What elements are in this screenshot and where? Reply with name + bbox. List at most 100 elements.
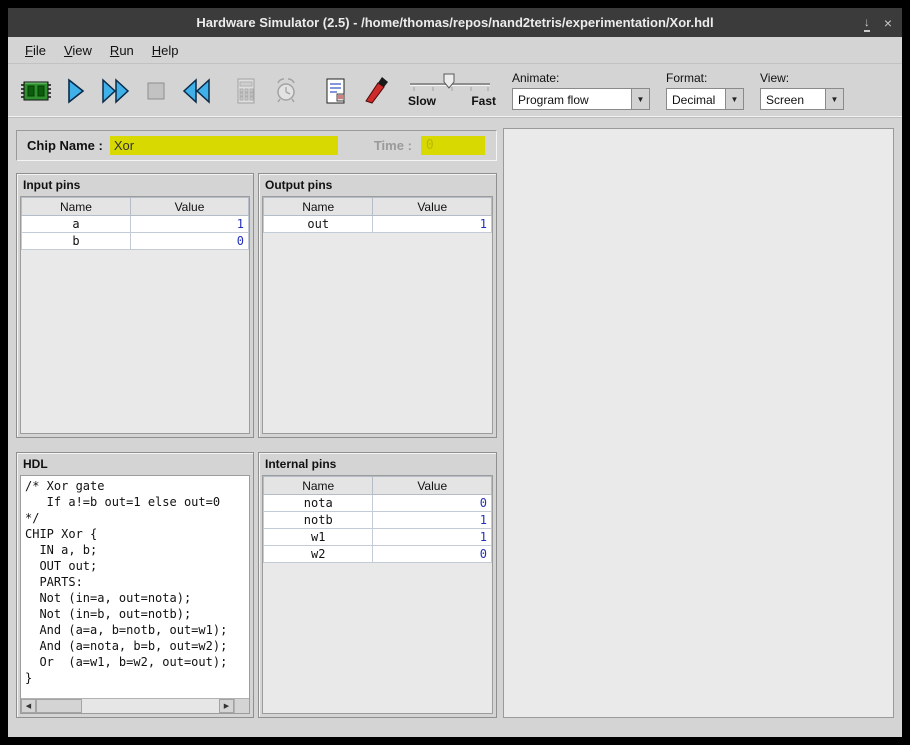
menu-file[interactable]: File	[16, 39, 55, 62]
brush-icon	[359, 74, 393, 108]
menu-help[interactable]: Help	[143, 39, 188, 62]
output-pins-table: Name Value out 1	[263, 197, 492, 233]
chip-icon	[19, 74, 53, 108]
animate-group: Animate: Program flow ▼	[512, 71, 650, 110]
view-selected-value: Screen	[761, 89, 825, 109]
pin-name-cell: notb	[264, 512, 373, 529]
pin-row: notb 1	[264, 512, 492, 529]
clear-button[interactable]	[356, 68, 396, 114]
clock-icon	[269, 74, 303, 108]
internal-pins-table-area: Name Value nota 0 notb 1	[262, 475, 493, 714]
format-select[interactable]: Decimal ▼	[666, 88, 744, 110]
scroll-right-icon: ▶	[224, 702, 229, 710]
window-title: Hardware Simulator (2.5) - /home/thomas/…	[196, 15, 713, 30]
toolbar: Slow Fast Animate: Program flow ▼ Format…	[8, 64, 902, 118]
input-pins-panel: Input pins Name Value a	[16, 173, 254, 438]
chevron-down-icon[interactable]: ▼	[825, 89, 843, 109]
run-button[interactable]	[96, 68, 136, 114]
pin-value-cell: 1	[373, 512, 492, 529]
script-icon	[319, 74, 353, 108]
scrollbar-corner	[234, 699, 249, 713]
format-selected-value: Decimal	[667, 89, 725, 109]
pin-row: out 1	[264, 216, 492, 233]
close-button[interactable]: ×	[884, 16, 892, 30]
reset-button[interactable]	[176, 68, 216, 114]
load-chip-button[interactable]	[16, 68, 56, 114]
time-label: Time :	[374, 138, 412, 153]
value-column-header: Value	[373, 477, 492, 495]
chip-name-label: Chip Name :	[27, 138, 103, 153]
output-pins-table-area: Name Value out 1	[262, 196, 493, 434]
menu-run[interactable]: Run	[101, 39, 143, 62]
load-script-button[interactable]	[316, 68, 356, 114]
calculator-icon	[229, 74, 263, 108]
format-label: Format:	[666, 71, 744, 85]
menubar: File View Run Help	[8, 37, 902, 64]
view-select[interactable]: Screen ▼	[760, 88, 844, 110]
chevron-down-icon[interactable]: ▼	[631, 89, 649, 109]
single-step-button[interactable]	[56, 68, 96, 114]
hdl-title: HDL	[17, 453, 253, 474]
scroll-left-icon: ◀	[26, 702, 31, 710]
scrollbar-thumb[interactable]	[36, 699, 82, 713]
name-column-header: Name	[264, 198, 373, 216]
calculator-button	[226, 68, 266, 114]
pin-value-cell: 1	[373, 216, 492, 233]
main-area: Chip Name : Xor Time : 0 Input pins Name…	[8, 118, 902, 737]
speed-slider-track[interactable]	[408, 73, 494, 93]
input-pins-table-area: Name Value a 1 b 0	[20, 196, 250, 434]
view-group: View: Screen ▼	[760, 71, 844, 110]
hdl-horizontal-scrollbar[interactable]: ◀ ▶	[21, 698, 249, 713]
input-pins-title: Input pins	[17, 174, 253, 195]
pin-value-cell[interactable]: 0	[130, 233, 248, 250]
single-step-icon	[59, 74, 93, 108]
titlebar: Hardware Simulator (2.5) - /home/thomas/…	[8, 8, 902, 37]
internal-pins-table: Name Value nota 0 notb 1	[263, 476, 492, 563]
output-pins-title: Output pins	[259, 174, 496, 195]
input-pins-table: Name Value a 1 b 0	[21, 197, 249, 250]
animate-select[interactable]: Program flow ▼	[512, 88, 650, 110]
hardware-simulator-window: Hardware Simulator (2.5) - /home/thomas/…	[0, 0, 910, 745]
hdl-code: /* Xor gate If a!=b out=1 else out=0 */ …	[21, 476, 249, 698]
chip-name-field[interactable]: Xor	[110, 136, 338, 155]
internal-pins-panel: Internal pins Name Value nota	[258, 452, 497, 718]
stop-icon	[139, 74, 173, 108]
hdl-panel: HDL /* Xor gate If a!=b out=1 else out=0…	[16, 452, 254, 718]
window-inner: Hardware Simulator (2.5) - /home/thomas/…	[8, 8, 902, 737]
pin-value-cell: 0	[373, 495, 492, 512]
pin-value-cell[interactable]: 1	[130, 216, 248, 233]
pin-name-cell: w2	[264, 546, 373, 563]
pin-row: w1 1	[264, 529, 492, 546]
pin-row: nota 0	[264, 495, 492, 512]
time-field: 0	[421, 136, 485, 155]
chevron-down-icon[interactable]: ▼	[725, 89, 743, 109]
menu-view[interactable]: View	[55, 39, 101, 62]
pin-row: b 0	[22, 233, 249, 250]
name-column-header: Name	[264, 477, 373, 495]
value-column-header: Value	[373, 198, 492, 216]
minimize-button[interactable]: ↓	[864, 14, 870, 32]
pin-row: a 1	[22, 216, 249, 233]
pin-name-cell: w1	[264, 529, 373, 546]
pin-row: w2 0	[264, 546, 492, 563]
pin-name-cell: out	[264, 216, 373, 233]
animate-label: Animate:	[512, 71, 650, 85]
speed-slider[interactable]: Slow Fast	[408, 73, 496, 108]
rewind-icon	[179, 74, 213, 108]
scroll-left-button[interactable]: ◀	[21, 699, 36, 713]
screen-view-panel	[503, 128, 894, 718]
pin-value-cell: 0	[373, 546, 492, 563]
slow-label: Slow	[408, 94, 436, 108]
value-column-header: Value	[130, 198, 248, 216]
internal-pins-title: Internal pins	[259, 453, 496, 474]
hdl-view: /* Xor gate If a!=b out=1 else out=0 */ …	[20, 475, 250, 714]
run-icon	[99, 74, 133, 108]
pin-name-cell: b	[22, 233, 131, 250]
animate-selected-value: Program flow	[513, 89, 631, 109]
pin-value-cell: 1	[373, 529, 492, 546]
header-row: Name Value	[264, 477, 492, 495]
format-group: Format: Decimal ▼	[666, 71, 744, 110]
scrollbar-track[interactable]	[36, 699, 219, 713]
scroll-right-button[interactable]: ▶	[219, 699, 234, 713]
view-label: View:	[760, 71, 844, 85]
